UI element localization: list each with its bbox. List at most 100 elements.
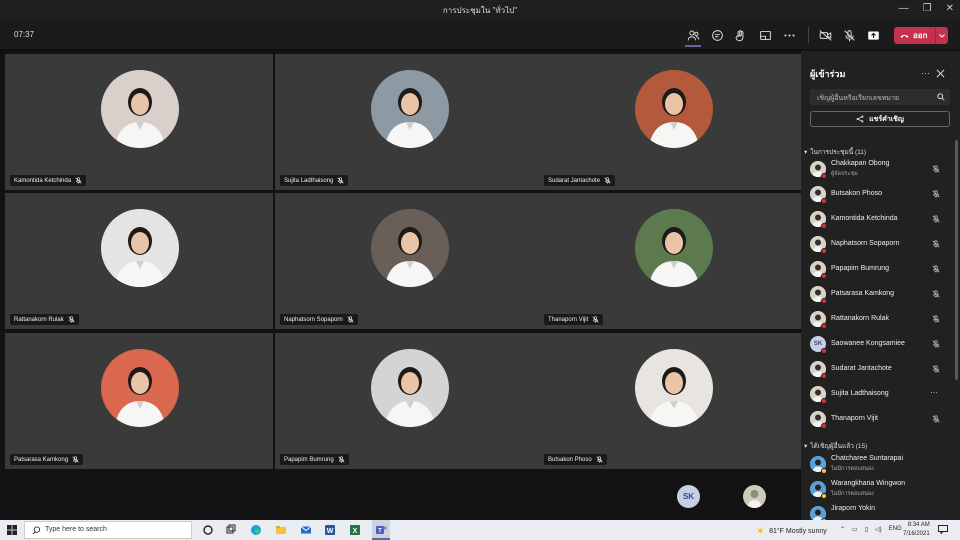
chat-button[interactable] bbox=[708, 26, 726, 44]
reactions-button[interactable] bbox=[731, 26, 749, 44]
mic-off-icon[interactable] bbox=[932, 315, 940, 323]
mic-off-icon[interactable] bbox=[932, 240, 940, 248]
share-screen-button[interactable] bbox=[864, 26, 882, 44]
presence-indicator bbox=[821, 348, 827, 354]
title-bar: การประชุมใน "ทั่วไป" — ❐ ✕ bbox=[0, 0, 960, 20]
participant-avatar bbox=[635, 349, 713, 427]
panel-more-button[interactable]: ··· bbox=[921, 68, 930, 78]
more-options-button[interactable]: ··· bbox=[930, 388, 938, 397]
file-explorer-icon[interactable] bbox=[275, 524, 287, 536]
participant-row[interactable]: Rattanakorn Rulak bbox=[810, 308, 950, 330]
chevron-up-icon[interactable]: ⌃ bbox=[840, 526, 845, 533]
cortana-icon[interactable] bbox=[202, 524, 214, 536]
video-tile[interactable]: Papapim Bumrung bbox=[275, 333, 543, 469]
mic-off-icon[interactable] bbox=[932, 190, 940, 198]
camera-toggle[interactable] bbox=[816, 26, 834, 44]
video-tile[interactable]: Sujita Ladthaisong bbox=[275, 54, 543, 190]
mic-off-icon bbox=[596, 456, 603, 463]
mic-off-icon[interactable] bbox=[932, 290, 940, 298]
participant-row[interactable]: SK Saowanee Kongsamiee bbox=[810, 333, 950, 355]
mic-off-icon[interactable] bbox=[932, 215, 940, 223]
task-view-icon[interactable] bbox=[225, 524, 237, 536]
leave-button[interactable]: ออก bbox=[894, 27, 948, 44]
participant-row[interactable]: Sujita Ladthaisong ··· bbox=[810, 383, 950, 405]
participants-button[interactable] bbox=[684, 26, 702, 44]
mic-off-icon[interactable] bbox=[932, 340, 940, 348]
taskbar-search-box[interactable]: Type here to search bbox=[24, 521, 192, 539]
share-icon bbox=[856, 115, 864, 123]
participant-row[interactable]: Sudarat Jantachote bbox=[810, 358, 950, 380]
participant-avatar bbox=[101, 209, 179, 287]
mic-off-icon[interactable] bbox=[932, 415, 940, 423]
teams-icon: T bbox=[376, 526, 387, 535]
weather-widget[interactable]: ☀ 81°F Mostly sunny bbox=[756, 526, 827, 537]
video-tile[interactable]: Rattanakorn Rulak bbox=[5, 193, 273, 329]
share-invite-button[interactable]: แชร์คำเชิญ bbox=[810, 111, 950, 127]
participant-row[interactable]: Papapim Bumrung bbox=[810, 258, 950, 280]
mail-icon[interactable] bbox=[300, 524, 312, 536]
presence-indicator bbox=[821, 273, 827, 279]
rooms-icon bbox=[759, 30, 771, 40]
panel-scrollbar[interactable] bbox=[955, 140, 958, 380]
maximize-button[interactable]: ❐ bbox=[923, 3, 932, 14]
invited-row[interactable]: Warangkhana Wingwon ไม่มีการตอบสนอง bbox=[810, 478, 950, 500]
mic-off-icon[interactable] bbox=[932, 365, 940, 373]
video-tile[interactable]: Thanaporn Vijit bbox=[539, 193, 807, 329]
svg-text:W: W bbox=[327, 528, 334, 535]
mic-off-icon[interactable] bbox=[932, 265, 940, 273]
video-tile[interactable]: Naphatsorn Sopaporn bbox=[275, 193, 543, 329]
self-initials-avatar[interactable]: SK bbox=[677, 485, 700, 508]
mic-off-icon[interactable] bbox=[932, 165, 940, 173]
close-icon[interactable] bbox=[936, 69, 945, 78]
windows-start-icon[interactable] bbox=[7, 525, 17, 535]
teams-taskbar-button[interactable]: T bbox=[372, 520, 390, 540]
participant-row[interactable]: Butsakon Phoso bbox=[810, 183, 950, 205]
word-icon[interactable]: W bbox=[324, 524, 336, 536]
participant-name-tag: Kamontida Ketchinda bbox=[10, 175, 87, 186]
clock[interactable]: 8:34 AM 7/16/2021 bbox=[903, 521, 930, 539]
close-window-button[interactable]: ✕ bbox=[946, 3, 954, 14]
rooms-button[interactable] bbox=[756, 26, 774, 44]
taskbar-search-placeholder: Type here to search bbox=[45, 526, 107, 533]
participant-name-tag: Papapim Bumrung bbox=[280, 454, 349, 465]
invited-section-toggle[interactable]: ▾ ได้เชิญผู้อื่นแล้ว (15) bbox=[804, 441, 867, 451]
participant-row[interactable]: Chakkapan Obong ผู้จัดประชุม bbox=[810, 158, 950, 180]
presence-indicator bbox=[821, 468, 827, 474]
edge-icon[interactable] bbox=[250, 524, 262, 536]
minimize-button[interactable]: — bbox=[899, 3, 909, 14]
presence-indicator bbox=[821, 298, 827, 304]
video-tile[interactable]: Patsarasa Kamkong bbox=[5, 333, 273, 469]
participant-name: Naphatsorn Sopaporn bbox=[284, 316, 343, 323]
in-meeting-section-toggle[interactable]: ▾ ในการประชุมนี้ (11) bbox=[804, 147, 866, 157]
self-video-avatar[interactable] bbox=[743, 485, 766, 508]
more-actions-button[interactable] bbox=[780, 26, 798, 44]
language-indicator[interactable]: ENG bbox=[889, 526, 902, 533]
participant-name-tag: Sujita Ladthaisong bbox=[280, 175, 349, 186]
participant-name: Chatcharee Suntarapai bbox=[831, 455, 903, 462]
volume-icon[interactable]: ◁) bbox=[875, 526, 882, 533]
participant-row[interactable]: Naphatsorn Sopaporn bbox=[810, 233, 950, 255]
video-tile[interactable]: Butsakon Phoso bbox=[539, 333, 807, 469]
meeting-toolbar: 07:37 ออก bbox=[0, 20, 960, 50]
video-tile[interactable]: Kamontida Ketchinda bbox=[5, 54, 273, 190]
participant-avatar bbox=[371, 209, 449, 287]
chevron-down-icon: ▾ bbox=[804, 443, 808, 450]
participants-active-indicator bbox=[685, 45, 701, 47]
excel-icon[interactable]: X bbox=[349, 524, 361, 536]
invite-search-input[interactable]: เชิญผู้อื่นหรือเรียกเลขหมาย bbox=[810, 89, 950, 105]
ellipsis-icon bbox=[783, 33, 795, 37]
participant-row[interactable]: Kamontida Ketchinda bbox=[810, 208, 950, 230]
invited-row[interactable]: Chatcharee Suntarapai ไม่มีการตอบสนอง bbox=[810, 453, 950, 475]
leave-options-button[interactable] bbox=[935, 27, 948, 44]
battery-icon[interactable]: ▯ bbox=[865, 526, 868, 533]
system-tray: ⌃ ▭ ▯ ◁) ENG bbox=[840, 526, 902, 533]
mic-toggle[interactable] bbox=[840, 26, 858, 44]
participant-row[interactable]: Patsarasa Kamkong bbox=[810, 283, 950, 305]
participant-name: Sudarat Jantachote bbox=[831, 365, 892, 372]
video-tile[interactable]: Sudarat Jantachote bbox=[539, 54, 807, 190]
participant-name-tag: Naphatsorn Sopaporn bbox=[280, 314, 358, 325]
notification-icon[interactable] bbox=[938, 525, 948, 534]
network-icon[interactable]: ▭ bbox=[852, 526, 858, 533]
participant-name: Butsakon Phoso bbox=[831, 190, 882, 197]
participant-row[interactable]: Thanaporn Vijit bbox=[810, 408, 950, 430]
